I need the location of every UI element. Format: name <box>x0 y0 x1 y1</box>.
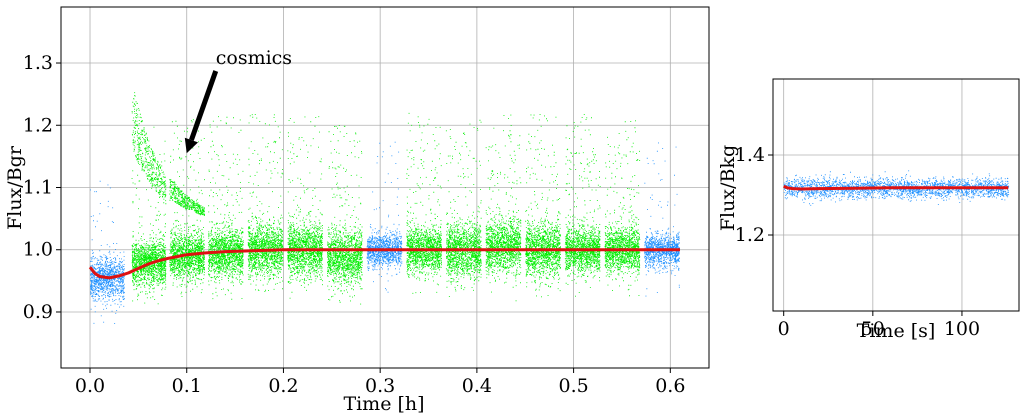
main-y-tick-label: 1.2 <box>23 114 53 136</box>
main-x-tick-label: 0.4 <box>462 375 492 397</box>
cosmics-arrow-shaft <box>189 70 219 141</box>
main-y-tick-label: 1.0 <box>23 239 53 261</box>
green-data-points <box>131 92 641 305</box>
main-y-tick-label: 0.9 <box>23 301 53 323</box>
main-y-tick-label: 1.3 <box>23 52 53 74</box>
main-x-tick-label: 0.0 <box>75 375 105 397</box>
inset-grid <box>773 79 1019 311</box>
main-x-tick-label: 0.6 <box>655 375 685 397</box>
figure: 0.0 0.1 0.2 0.3 0.4 0.5 0.60.91.01.11.21.3 Tim… <box>4 6 1020 415</box>
main-y-tick-label: 1.1 <box>23 177 53 199</box>
inset-x-tick-label: 0 <box>778 318 790 340</box>
blue-data-points <box>90 141 680 324</box>
inset-panel: 0 50 1001.21.4 Time [s] Flux/Bkg <box>717 78 1020 342</box>
inset-x-tick-label: 100 <box>944 318 980 340</box>
inset-x-axis-label: Time [s] <box>857 320 936 342</box>
inset-y-axis-label: Flux/Bkg <box>717 145 739 231</box>
main-points <box>90 92 680 324</box>
inset-y-tick-label: 1.4 <box>735 144 765 166</box>
main-panel: 0.0 0.1 0.2 0.3 0.4 0.5 0.60.91.01.11.21.3 Tim… <box>4 6 710 415</box>
inset-ticks <box>768 154 963 316</box>
main-ticks <box>56 62 671 373</box>
main-grid <box>61 7 709 368</box>
inset-y-tick-label: 1.2 <box>735 224 765 246</box>
main-x-axis-label: Time [h] <box>343 393 424 415</box>
main-tick-labels: 0.0 0.1 0.2 0.3 0.4 0.5 0.60.91.01.11.21.3 <box>23 52 686 397</box>
main-x-tick-label: 0.5 <box>558 375 588 397</box>
main-x-tick-label: 0.1 <box>172 375 202 397</box>
inset-plot-frame <box>772 78 1020 312</box>
cosmics-label: cosmics <box>216 47 292 69</box>
main-y-axis-label: Flux/Bgr <box>4 145 26 230</box>
main-x-tick-label: 0.2 <box>268 375 298 397</box>
